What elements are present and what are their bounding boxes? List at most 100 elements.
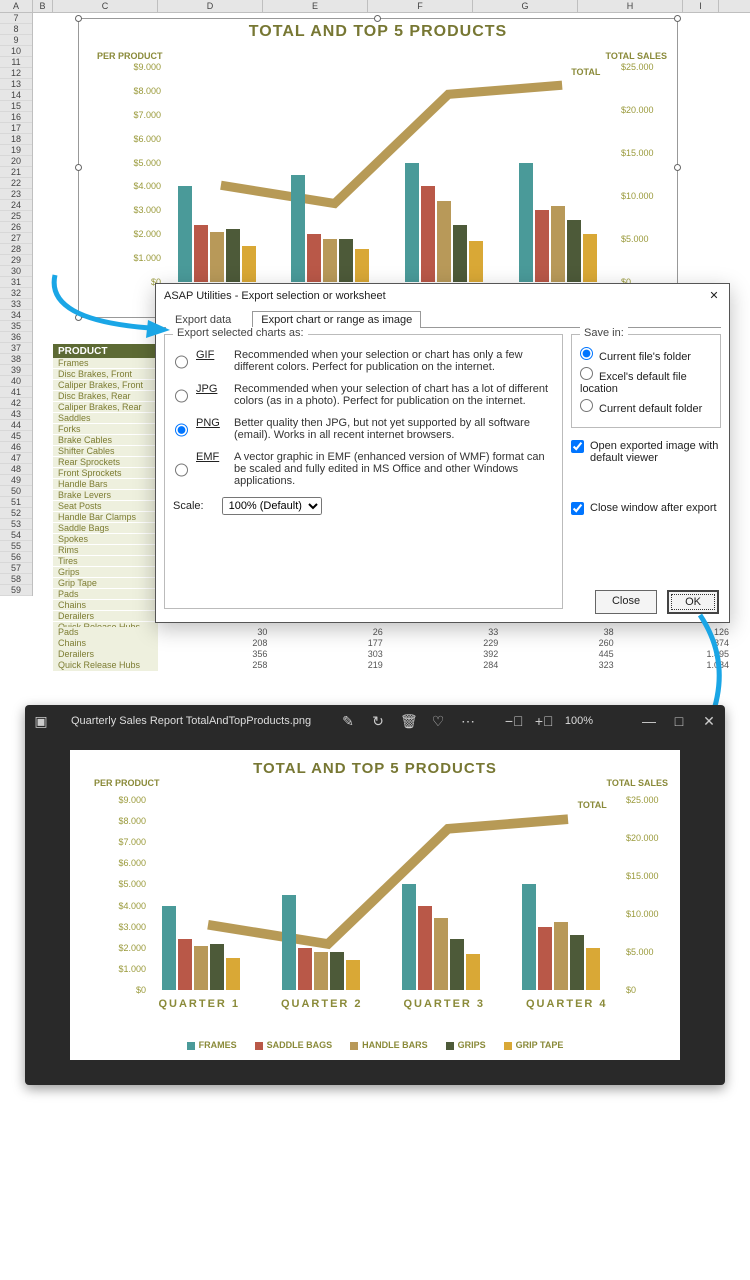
row-header[interactable]: 35: [0, 321, 32, 332]
row-header[interactable]: 54: [0, 530, 32, 541]
tab-export-chart[interactable]: Export chart or range as image: [252, 311, 421, 328]
row-header[interactable]: 53: [0, 519, 32, 530]
row-header[interactable]: 42: [0, 398, 32, 409]
tab-export-data[interactable]: Export data: [166, 311, 240, 328]
row-header[interactable]: 27: [0, 233, 32, 244]
list-item[interactable]: Caliper Brakes, Rear: [53, 402, 158, 413]
scale-select[interactable]: 100% (Default): [222, 497, 322, 515]
zoom-in-icon[interactable]: +⃝: [535, 713, 551, 729]
close-icon[interactable]: ✕: [701, 713, 717, 730]
list-item[interactable]: Saddles: [53, 413, 158, 424]
list-item[interactable]: Pads: [53, 589, 158, 600]
row-header[interactable]: 8: [0, 24, 32, 35]
delete-icon[interactable]: 🗑: [400, 713, 416, 730]
row-header[interactable]: 26: [0, 222, 32, 233]
row-header[interactable]: 23: [0, 189, 32, 200]
row-header[interactable]: 38: [0, 354, 32, 365]
row-header[interactable]: 21: [0, 167, 32, 178]
list-item[interactable]: Grip Tape: [53, 578, 158, 589]
row-header[interactable]: 48: [0, 464, 32, 475]
list-item[interactable]: Spokes: [53, 534, 158, 545]
list-item[interactable]: Rear Sprockets: [53, 457, 158, 468]
savein-option[interactable]: Current file's folder: [580, 347, 712, 363]
row-header[interactable]: 28: [0, 244, 32, 255]
row-header[interactable]: 47: [0, 453, 32, 464]
list-item[interactable]: Caliper Brakes, Front: [53, 380, 158, 391]
col-header[interactable]: B: [33, 0, 53, 12]
open-viewer-checkbox[interactable]: Open exported image with default viewer: [571, 440, 721, 464]
edit-icon[interactable]: ✎: [340, 713, 356, 730]
list-item[interactable]: Frames: [53, 358, 158, 369]
row-header[interactable]: 56: [0, 552, 32, 563]
maximize-icon[interactable]: □: [671, 713, 687, 729]
row-header[interactable]: 50: [0, 486, 32, 497]
row-header[interactable]: 55: [0, 541, 32, 552]
table-row[interactable]: Quick Release Hubs2582192843231.084: [53, 660, 735, 671]
list-item[interactable]: Front Sprockets: [53, 468, 158, 479]
table-row[interactable]: Pads30263338126: [53, 627, 735, 638]
row-header[interactable]: 25: [0, 211, 32, 222]
col-header[interactable]: C: [53, 0, 158, 12]
more-icon[interactable]: ⋯: [460, 713, 476, 730]
list-item[interactable]: Brake Levers: [53, 490, 158, 501]
row-header[interactable]: 15: [0, 101, 32, 112]
row-header[interactable]: 7: [0, 13, 32, 24]
row-header[interactable]: 13: [0, 79, 32, 90]
format-option-emf[interactable]: EMFA vector graphic in EMF (enhanced ver…: [175, 451, 554, 487]
list-item[interactable]: Brake Cables: [53, 435, 158, 446]
row-header[interactable]: 40: [0, 376, 32, 387]
row-header[interactable]: 51: [0, 497, 32, 508]
row-header[interactable]: 17: [0, 123, 32, 134]
list-item[interactable]: Rims: [53, 545, 158, 556]
rotate-icon[interactable]: ↻: [370, 713, 386, 730]
row-header[interactable]: 52: [0, 508, 32, 519]
row-header[interactable]: 37: [0, 343, 32, 354]
close-button[interactable]: Close: [595, 590, 657, 614]
row-header[interactable]: 49: [0, 475, 32, 486]
row-header[interactable]: 9: [0, 35, 32, 46]
minimize-icon[interactable]: —: [641, 713, 657, 729]
zoom-out-icon[interactable]: −⃝: [505, 713, 521, 729]
row-header[interactable]: 18: [0, 134, 32, 145]
close-window-checkbox[interactable]: Close window after export: [571, 502, 721, 515]
row-header[interactable]: 10: [0, 46, 32, 57]
row-header[interactable]: 34: [0, 310, 32, 321]
row-header[interactable]: 31: [0, 277, 32, 288]
savein-option[interactable]: Excel's default file location: [580, 367, 712, 395]
ok-button[interactable]: OK: [667, 590, 719, 614]
row-header[interactable]: 30: [0, 266, 32, 277]
list-item[interactable]: Handle Bar Clamps: [53, 512, 158, 523]
row-header[interactable]: 20: [0, 156, 32, 167]
list-item[interactable]: Handle Bars: [53, 479, 158, 490]
row-header[interactable]: 16: [0, 112, 32, 123]
row-header[interactable]: 44: [0, 420, 32, 431]
row-header[interactable]: 12: [0, 68, 32, 79]
col-header[interactable]: H: [578, 0, 683, 12]
col-header[interactable]: G: [473, 0, 578, 12]
format-option-png[interactable]: PNGBetter quality then JPG, but not yet …: [175, 417, 554, 441]
col-header[interactable]: I: [683, 0, 719, 12]
favorite-icon[interactable]: ♡: [430, 713, 446, 730]
table-row[interactable]: Derailers3563033924451.495: [53, 649, 735, 660]
row-header[interactable]: 45: [0, 431, 32, 442]
row-header[interactable]: 11: [0, 57, 32, 68]
row-header[interactable]: 57: [0, 563, 32, 574]
savein-option[interactable]: Current default folder: [580, 399, 712, 415]
table-row[interactable]: Chains208177229260874: [53, 638, 735, 649]
row-header[interactable]: 24: [0, 200, 32, 211]
col-header[interactable]: E: [263, 0, 368, 12]
row-header[interactable]: 58: [0, 574, 32, 585]
product-header[interactable]: PRODUCT: [53, 344, 158, 359]
close-icon[interactable]: ✕: [705, 288, 723, 304]
row-header[interactable]: 46: [0, 442, 32, 453]
format-option-gif[interactable]: GIFRecommended when your selection or ch…: [175, 349, 554, 373]
row-header[interactable]: 19: [0, 145, 32, 156]
row-header[interactable]: 32: [0, 288, 32, 299]
row-header[interactable]: 29: [0, 255, 32, 266]
row-header[interactable]: 14: [0, 90, 32, 101]
col-header[interactable]: D: [158, 0, 263, 12]
list-item[interactable]: Tires: [53, 556, 158, 567]
row-header[interactable]: 22: [0, 178, 32, 189]
row-header[interactable]: 41: [0, 387, 32, 398]
list-item[interactable]: Chains: [53, 600, 158, 611]
